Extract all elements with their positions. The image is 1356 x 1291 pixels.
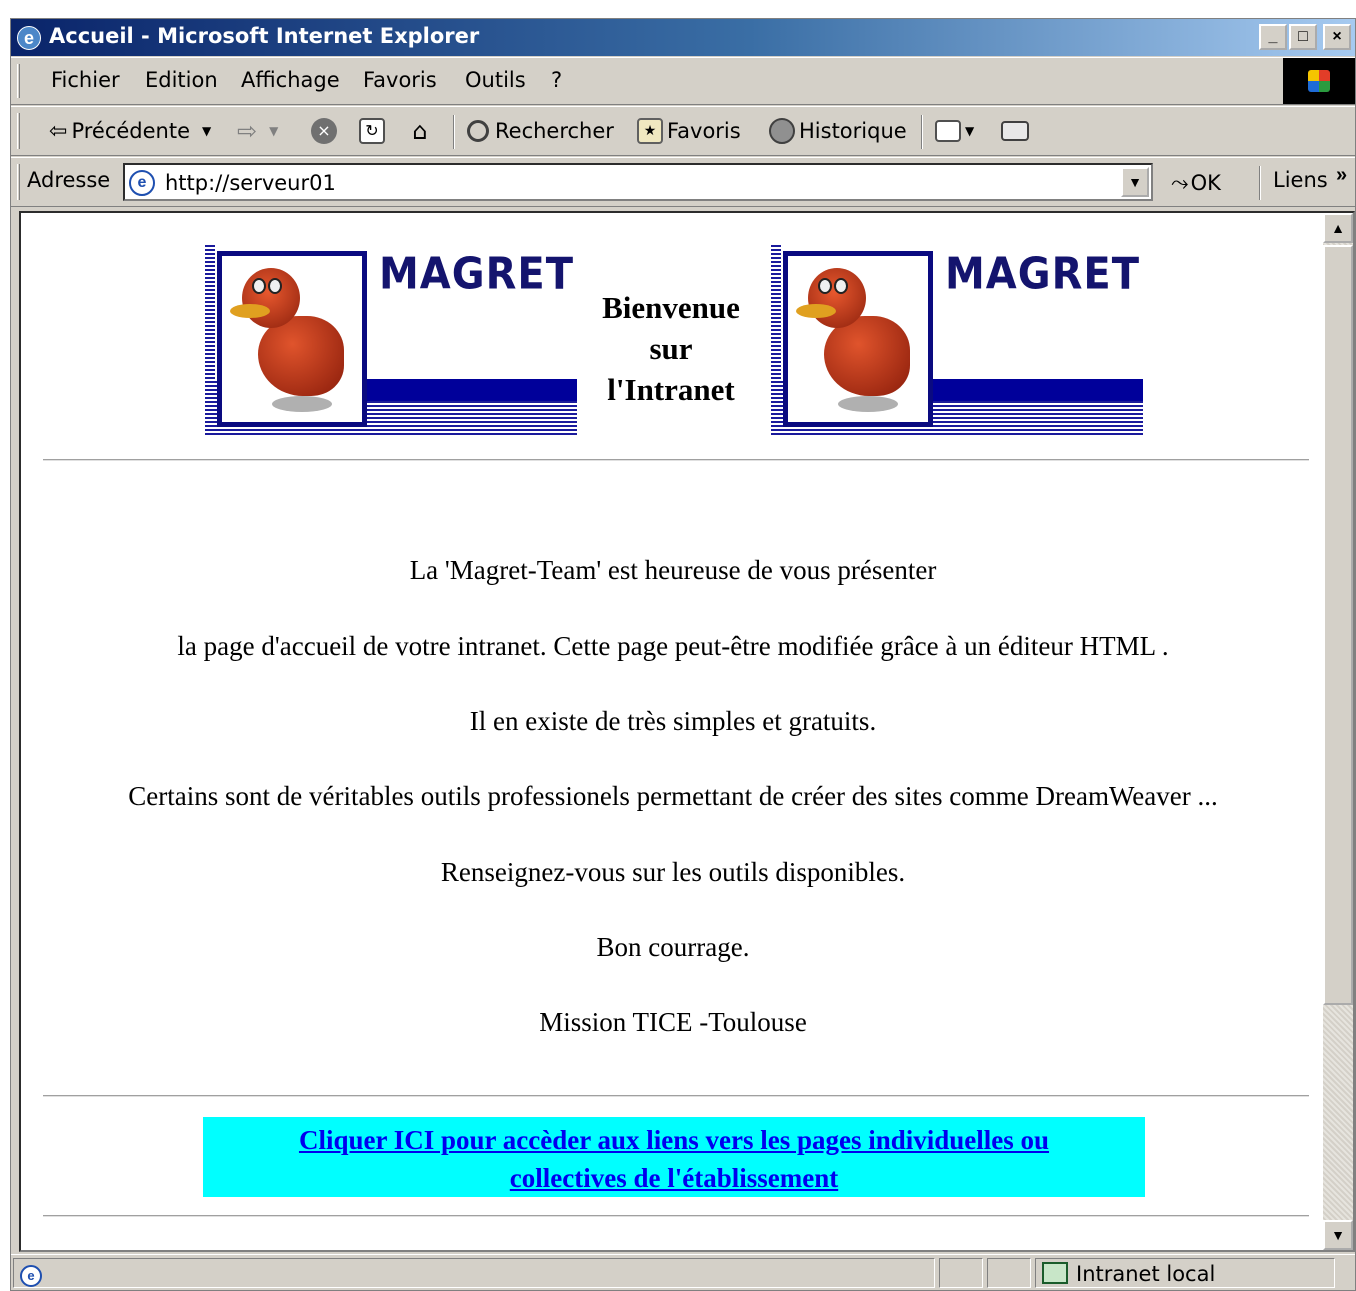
duck-mascot-icon [783,251,933,427]
menu-edition[interactable]: Edition [145,68,218,92]
welcome-line-2: sur [649,331,693,366]
back-dropdown-icon[interactable]: ▼ [202,124,211,138]
toolbar-separator [453,115,455,149]
link-line-2: collectives de l'établissement [509,1163,839,1193]
intro-line-5: Renseignez-vous sur les outils disponibl… [440,857,906,887]
menu-bar: Fichier Edition Affichage Favoris Outils… [11,57,1355,105]
status-pane [987,1258,1031,1288]
home-button[interactable]: ⌂ [407,113,437,149]
search-button[interactable]: Rechercher [467,113,614,149]
menu-outils[interactable]: Outils [465,68,526,92]
forward-arrow-icon: ⇨ [237,117,258,145]
windows-logo-icon [1283,58,1355,104]
home-icon: ⌂ [412,117,428,145]
stop-button[interactable]: × [311,113,341,149]
back-button[interactable]: ⇦ Précédente ▼ [49,113,211,149]
magret-logo-left: MAGRET [205,245,577,435]
menu-grip[interactable] [17,64,20,98]
mail-dropdown-icon[interactable]: ▼ [965,124,974,138]
links-chevron-icon[interactable]: » [1336,164,1347,187]
magret-logo-right: MAGRET [771,245,1143,435]
welcome-line-1: Bienvenue [602,290,740,325]
search-icon [467,120,489,142]
address-input[interactable] [165,169,1105,197]
divider [43,459,1309,461]
scroll-thumb[interactable] [1323,245,1353,1005]
menu-favoris[interactable]: Favoris [363,68,437,92]
scroll-up-button[interactable]: ▲ [1323,213,1353,243]
intro-line-4: Certains sont de véritables outils profe… [128,781,1218,811]
link-line-1: Cliquer ICI pour accèder aux liens vers … [298,1125,1050,1155]
links-page-link[interactable]: Cliquer ICI pour accèder aux liens vers … [203,1117,1145,1197]
minimize-button[interactable]: _ [1259,24,1287,50]
history-label: Historique [799,119,907,143]
address-grip[interactable] [17,164,20,200]
forward-button[interactable]: ⇨ ▼ [237,113,278,149]
forward-dropdown-icon[interactable]: ▼ [269,124,278,138]
menu-affichage[interactable]: Affichage [241,68,340,92]
scroll-down-button[interactable]: ▼ [1323,1220,1353,1250]
vertical-scrollbar[interactable]: ▲ ▼ [1323,213,1353,1250]
status-text-pane: e [13,1258,935,1288]
favorites-icon: ★ [637,118,663,144]
ie-logo-icon: e [17,26,41,50]
links-button[interactable]: Liens [1273,168,1328,192]
intranet-zone-icon [1042,1262,1068,1284]
logo-text: MAGRET [379,248,575,300]
ie-page-icon: e [129,170,155,196]
print-icon [1001,121,1029,141]
welcome-heading: Bienvenue sur l'Intranet [581,287,761,410]
duck-mascot-icon [217,251,367,427]
address-separator [1259,166,1261,200]
stop-icon: × [311,118,337,144]
title-bar: e Accueil - Microsoft Internet Explorer … [11,19,1355,56]
mail-button[interactable]: ▼ [935,113,974,149]
refresh-icon: ↻ [359,118,385,144]
menu-help[interactable]: ? [551,68,562,92]
print-button[interactable] [1001,113,1033,149]
address-dropdown-button[interactable]: ▼ [1121,167,1149,197]
go-label: OK [1190,171,1221,195]
intro-line-2: la page d'accueil de votre intranet. Cet… [177,631,1169,661]
go-button[interactable]: ⤳ OK [1171,166,1221,200]
menu-fichier[interactable]: Fichier [51,68,120,92]
history-button[interactable]: Historique [769,113,907,149]
sign-off: Bon courrage. [596,932,750,962]
standard-toolbar: ⇦ Précédente ▼ ⇨ ▼ × ↻ ⌂ Rechercher ★ Fa… [11,106,1355,156]
back-label: Précédente [71,119,191,143]
page-viewport: MAGRET Bienvenue sur l'Intranet MAGRET L… [19,211,1355,1252]
zone-pane: Intranet local [1035,1258,1335,1288]
address-bar: Adresse e ▼ ⤳ OK Liens » [11,157,1355,207]
divider [43,1095,1309,1097]
favorites-button[interactable]: ★ Favoris [637,113,741,149]
toolbar-grip[interactable] [17,113,20,149]
address-label: Adresse [27,168,111,192]
web-page: MAGRET Bienvenue sur l'Intranet MAGRET L… [21,213,1325,1250]
history-icon [769,118,795,144]
signature: Mission TICE -Toulouse [539,1007,807,1037]
ie-page-icon: e [20,1265,42,1287]
window-title: Accueil - Microsoft Internet Explorer [49,24,480,48]
mail-icon [935,120,961,142]
intro-line-1: La 'Magret-Team' est heureuse de vous pr… [409,555,937,585]
address-field[interactable]: e ▼ [123,163,1153,201]
divider [43,1215,1309,1217]
welcome-line-3: l'Intranet [607,372,735,407]
close-button[interactable]: × [1323,24,1351,50]
logo-text: MAGRET [945,248,1141,300]
go-arrow-icon: ⤳ [1171,170,1189,196]
zone-label: Intranet local [1076,1262,1216,1286]
refresh-button[interactable]: ↻ [359,113,389,149]
intro-line-3: Il en existe de très simples et gratuits… [469,706,877,736]
browser-window: e Accueil - Microsoft Internet Explorer … [10,18,1356,1291]
status-pane [939,1258,983,1288]
back-arrow-icon: ⇦ [49,118,68,144]
favorites-label: Favoris [667,119,741,143]
search-label: Rechercher [495,119,614,143]
status-bar: e Intranet local [11,1254,1355,1290]
maximize-button[interactable]: □ [1289,24,1317,50]
toolbar-separator [921,115,923,149]
links-banner: Cliquer ICI pour accèder aux liens vers … [203,1117,1145,1197]
